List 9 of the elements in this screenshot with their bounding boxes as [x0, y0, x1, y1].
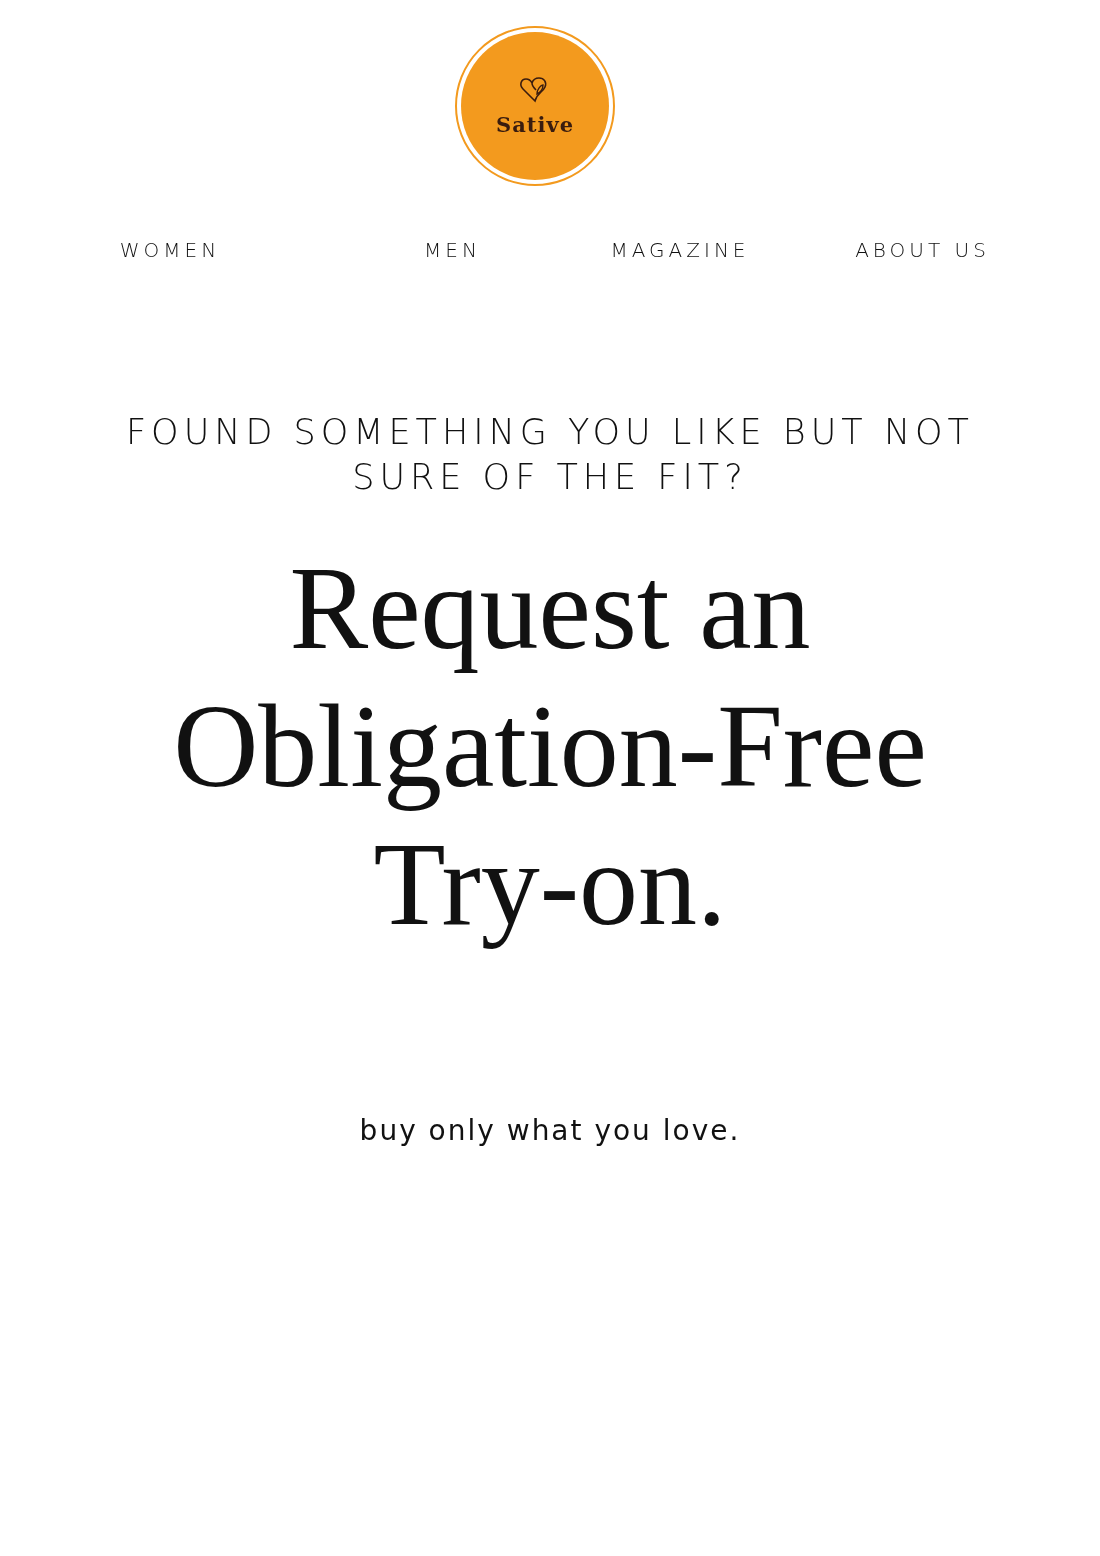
nav-link[interactable]: MAGAZINE — [610, 238, 750, 262]
nav-link[interactable]: WOMEN — [119, 238, 221, 262]
logo-badge[interactable]: Sative — [455, 26, 615, 186]
headline: Request an Obligation-Free Try-on. — [172, 542, 928, 952]
eyebrow-text: FOUND SOMETHING YOU LIKE BUT NOT SURE OF THE FIT? — [125, 411, 975, 499]
brand-name: Sative — [496, 111, 574, 137]
tagline: buy only what you love. — [359, 1114, 741, 1147]
nav-link[interactable]: MEN — [424, 238, 481, 262]
nav-link[interactable]: ABOUT US — [855, 238, 990, 262]
